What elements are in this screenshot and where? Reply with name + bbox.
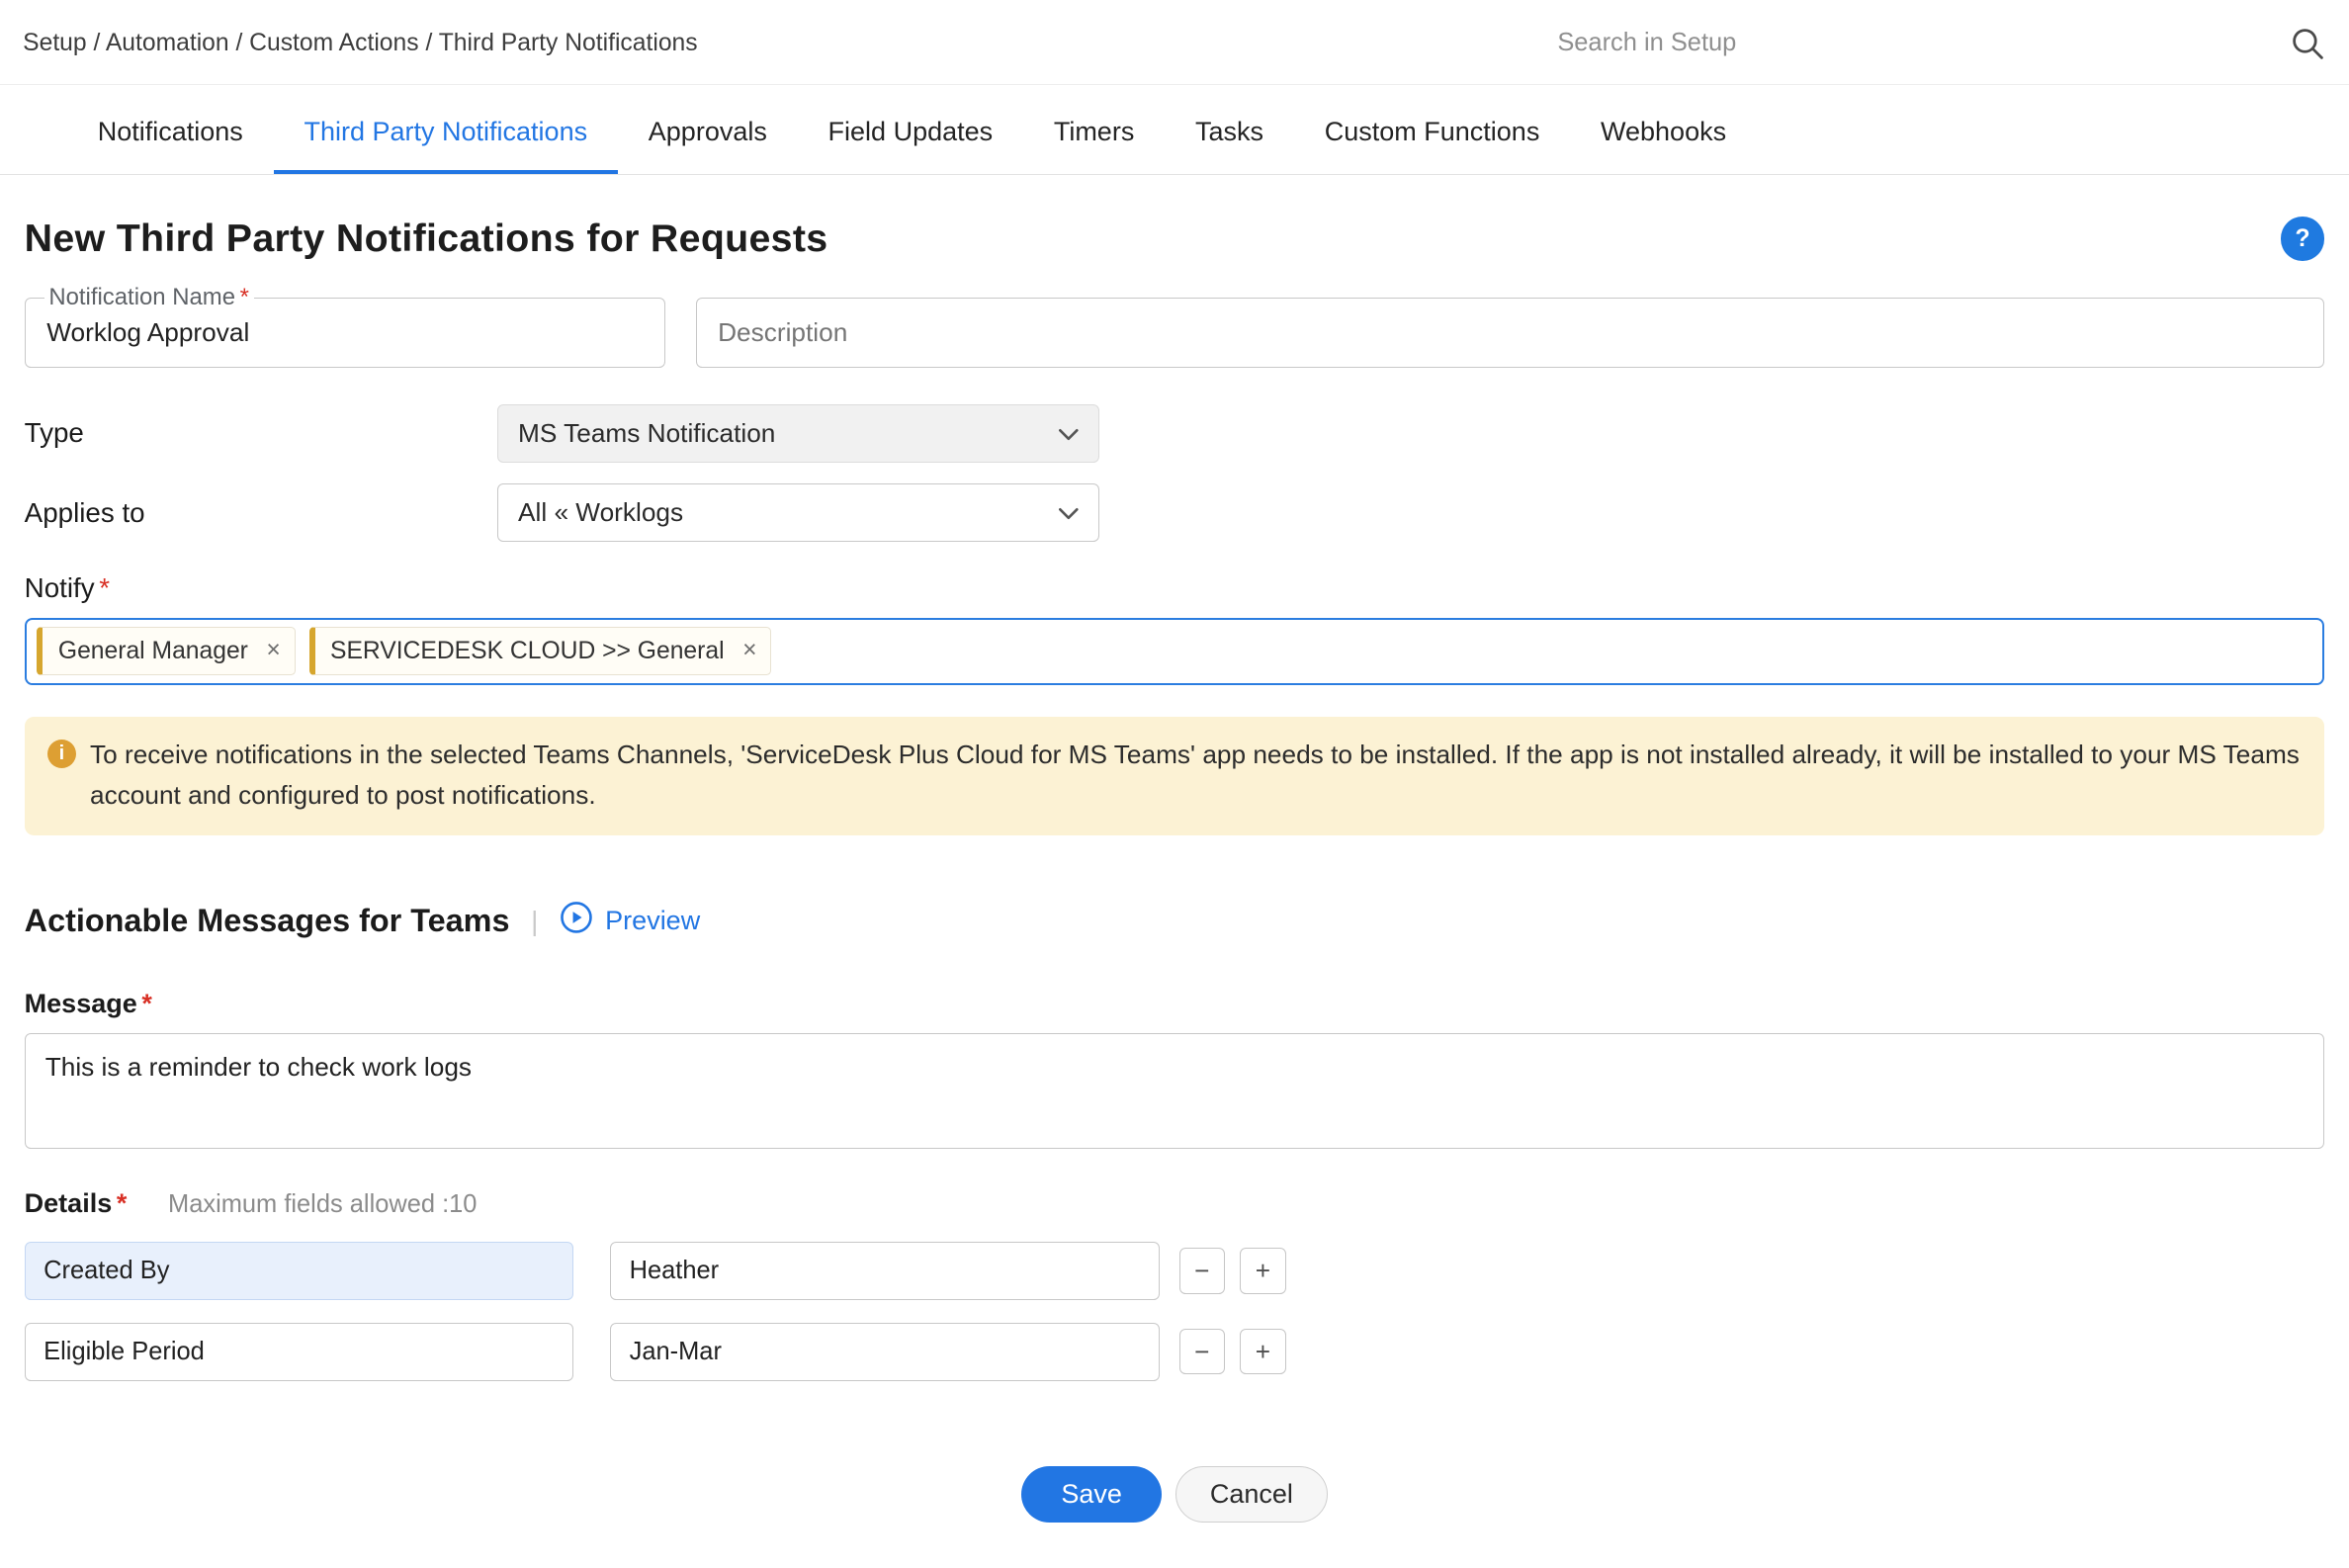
applies-to-label: Applies to (25, 497, 497, 529)
notify-input[interactable]: General Manager × SERVICEDESK CLOUD >> G… (25, 618, 2325, 685)
breadcrumb[interactable]: Setup / Automation / Custom Actions / Th… (23, 30, 697, 57)
section-divider: | (531, 906, 538, 937)
close-icon[interactable]: × (266, 639, 280, 663)
applies-to-select[interactable]: All « Worklogs (497, 483, 1099, 542)
notify-label: Notify* (25, 572, 2325, 604)
actionable-messages-section: Actionable Messages for Teams | Preview (25, 901, 2325, 941)
tab-timers[interactable]: Timers (1023, 85, 1165, 175)
message-label-text: Message (25, 989, 137, 1018)
remove-field-button[interactable]: − (1179, 1329, 1225, 1374)
applies-to-row: Applies to All « Worklogs (25, 483, 2325, 542)
top-bar: Setup / Automation / Custom Actions / Th… (0, 0, 2349, 85)
search-box (1554, 26, 2324, 60)
add-field-button[interactable]: + (1240, 1329, 1285, 1374)
applies-to-select-value: All « Worklogs (518, 497, 683, 528)
details-label: Details* (25, 1188, 128, 1219)
page-title: New Third Party Notifications for Reques… (25, 217, 828, 261)
section-title: Actionable Messages for Teams (25, 903, 510, 939)
tab-notifications[interactable]: Notifications (67, 85, 274, 175)
details-max-fields-hint: Maximum fields allowed :10 (168, 1190, 477, 1219)
minus-icon: − (1194, 1337, 1209, 1367)
type-select-value: MS Teams Notification (518, 418, 775, 449)
tab-tasks[interactable]: Tasks (1165, 85, 1294, 175)
notify-chip[interactable]: SERVICEDESK CLOUD >> General × (309, 627, 772, 675)
required-marker: * (117, 1188, 128, 1218)
message-textarea[interactable]: This is a reminder to check work logs (25, 1033, 2325, 1149)
notification-name-label-text: Notification Name (48, 284, 235, 310)
detail-field-value-input[interactable] (610, 1323, 1159, 1381)
tab-webhooks[interactable]: Webhooks (1570, 85, 1757, 175)
notification-name-field: Notification Name* (25, 298, 665, 368)
tab-field-updates[interactable]: Field Updates (798, 85, 1023, 175)
title-row: New Third Party Notifications for Reques… (25, 217, 2325, 261)
notify-chip-label: SERVICEDESK CLOUD >> General (330, 638, 725, 665)
preview-label: Preview (605, 906, 700, 936)
required-marker: * (240, 284, 249, 310)
tab-third-party-notifications[interactable]: Third Party Notifications (274, 85, 618, 175)
type-label: Type (25, 417, 497, 449)
add-field-button[interactable]: + (1240, 1248, 1285, 1293)
chevron-down-icon (1058, 497, 1080, 528)
close-icon[interactable]: × (742, 639, 756, 663)
info-icon: i (47, 740, 76, 768)
notify-chip-label: General Manager (58, 638, 248, 665)
details-label-text: Details (25, 1188, 113, 1218)
name-description-row: Notification Name* (25, 298, 2325, 368)
search-icon[interactable] (2290, 26, 2324, 60)
detail-field-name-input[interactable] (25, 1323, 573, 1381)
tab-approvals[interactable]: Approvals (618, 85, 798, 175)
teams-install-banner: i To receive notifications in the select… (25, 717, 2325, 835)
plus-icon: + (1256, 1256, 1270, 1286)
plus-icon: + (1256, 1337, 1270, 1367)
chevron-down-icon (1058, 418, 1080, 449)
tab-custom-functions[interactable]: Custom Functions (1294, 85, 1570, 175)
minus-icon: − (1194, 1256, 1209, 1286)
main-content: New Third Party Notifications for Reques… (0, 217, 2349, 1568)
notification-name-label: Notification Name* (44, 284, 254, 311)
details-header: Details* Maximum fields allowed :10 (25, 1188, 2325, 1219)
detail-field-name-input[interactable] (25, 1242, 573, 1300)
notify-chip[interactable]: General Manager × (37, 627, 295, 675)
description-input[interactable] (696, 298, 2325, 368)
type-select[interactable]: MS Teams Notification (497, 404, 1099, 463)
preview-button[interactable]: Preview (560, 901, 700, 941)
remove-field-button[interactable]: − (1179, 1248, 1225, 1293)
detail-field-value-input[interactable] (610, 1242, 1159, 1300)
required-marker: * (141, 989, 152, 1018)
search-input[interactable] (1554, 28, 2240, 59)
detail-row: − + (25, 1242, 2325, 1300)
question-icon: ? (2295, 225, 2309, 253)
notify-label-text: Notify (25, 572, 95, 603)
required-marker: * (99, 572, 110, 603)
detail-row: − + (25, 1323, 2325, 1381)
message-label: Message* (25, 989, 2325, 1019)
play-icon (560, 901, 593, 941)
tab-bar: Notifications Third Party Notifications … (0, 85, 2349, 176)
type-row: Type MS Teams Notification (25, 404, 2325, 463)
help-button[interactable]: ? (2281, 217, 2325, 261)
teams-install-banner-text: To receive notifications in the selected… (90, 735, 2302, 815)
